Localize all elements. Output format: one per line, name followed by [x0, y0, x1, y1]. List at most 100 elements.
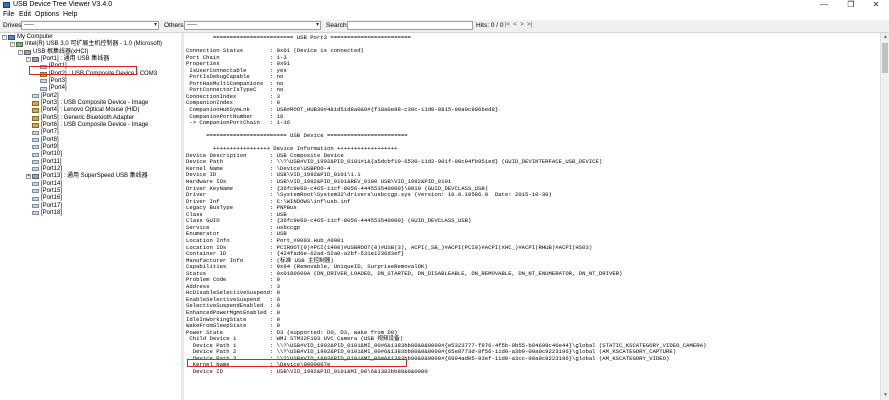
drives-combo-value: ----- — [24, 22, 34, 28]
tree-node[interactable]: [Port7] — [26, 129, 59, 136]
expand-icon[interactable]: + — [26, 174, 31, 180]
tree-node-label: [Port13] : 通用 SuperSpeed USB 集线器 — [41, 173, 148, 180]
others-combo-value: ----- — [187, 22, 197, 28]
tree-node-label: [Port4] — [49, 85, 67, 92]
close-button[interactable]: ✕ — [863, 0, 889, 10]
tree-node[interactable]: [Port6] : USB Composite Device - Image — [26, 122, 148, 129]
tree-node[interactable]: + [Port13] : 通用 SuperSpeed USB 集线器 — [26, 173, 148, 180]
tree-node[interactable]: - Intel(R) USB 3.0 可扩展主机控制器 - 1.0 (Micros… — [10, 41, 162, 48]
computer-icon — [8, 35, 15, 40]
port-icon — [32, 204, 39, 209]
hits-count: Hits: 0 / 0 — [476, 22, 504, 29]
next-hit-button[interactable]: > — [519, 21, 525, 30]
tree-node[interactable]: [Port17] — [26, 203, 62, 210]
device-icon — [32, 100, 39, 106]
scroll-thumb[interactable] — [882, 43, 888, 73]
port-icon — [32, 94, 39, 99]
port-icon — [32, 152, 39, 157]
hub-icon — [32, 56, 39, 62]
menu-edit[interactable]: Edit — [19, 11, 31, 19]
chevron-down-icon: ▾ — [153, 22, 157, 28]
tree-node-label: [Port9] — [41, 143, 59, 150]
collapse-icon[interactable]: - — [2, 35, 7, 40]
tree-node[interactable]: [Port12] — [26, 166, 62, 173]
tree-node[interactable]: - [Port1] : 通用 USB 集线器 — [26, 56, 109, 63]
tree-node[interactable]: [Port8] — [26, 137, 59, 144]
tree-node[interactable]: - USB 根集线器(xHCI) — [18, 49, 88, 56]
collapse-icon[interactable]: - — [26, 56, 31, 62]
minimize-button[interactable]: — — [811, 0, 837, 10]
collapse-icon[interactable]: - — [10, 42, 15, 48]
tree-node-label: [Port2] — [41, 92, 59, 99]
tree-node-label: [Port11] — [41, 158, 62, 165]
tree-node-label: [Port1] : 通用 USB 集线器 — [41, 55, 110, 62]
usb-tree-app-icon — [3, 2, 10, 8]
port-icon — [32, 145, 39, 150]
device-icon — [32, 108, 39, 114]
tree-node[interactable]: [Port11] — [26, 159, 62, 166]
tree-node-label: [Port7] — [41, 129, 59, 136]
search-input[interactable] — [347, 21, 473, 30]
menu-file[interactable]: File — [3, 11, 14, 19]
scroll-up-icon[interactable]: ▲ — [881, 33, 889, 41]
maximize-button[interactable]: ❐ — [838, 0, 864, 10]
tree-node-label: [Port18] — [41, 209, 63, 216]
tree-node-label: [Port3] — [49, 77, 67, 84]
tree-node[interactable]: [Port10] — [26, 151, 62, 158]
menu-help[interactable]: Help — [63, 11, 77, 19]
tree-node[interactable]: [Port4] — [34, 85, 67, 92]
scroll-down-icon[interactable]: ▼ — [881, 391, 889, 399]
hub-icon — [24, 49, 31, 55]
controller-icon — [16, 42, 23, 48]
tree-node[interactable]: [Port4] : Lenovo Optical Mouse (HID) — [26, 107, 139, 114]
drives-combo[interactable]: ----- ▾ — [21, 21, 159, 30]
detail-pane[interactable]: ======================== USB Port3 =====… — [184, 33, 880, 400]
port-icon — [32, 189, 39, 194]
tree-node-label: [Port5] : Generic Bluetooth Adapter — [41, 114, 135, 121]
tree-node-label: [Port4] : Lenovo Optical Mouse (HID) — [41, 107, 140, 114]
port-icon — [32, 160, 39, 165]
previous-hit-button[interactable]: < — [512, 21, 518, 30]
port-icon — [32, 196, 39, 201]
chevron-down-icon: ▾ — [315, 22, 319, 28]
tree-node-label: [Port10] — [41, 151, 63, 158]
hub-icon — [32, 174, 39, 180]
title-bar: USB Device Tree Viewer V3.4.0 — ❐ ✕ — [0, 0, 889, 10]
tree-node-label: [Port3] : USB Composite Device - Image — [41, 99, 149, 106]
port-icon — [32, 130, 39, 135]
highlight-box — [187, 359, 407, 367]
tree-node[interactable]: [Port15] — [26, 188, 62, 195]
tree-node-label: [Port15] — [41, 187, 63, 194]
device-icon — [32, 122, 39, 128]
vertical-scrollbar[interactable]: ▲ ▼ — [880, 33, 889, 400]
port-icon — [40, 86, 47, 91]
menu-bar: File Edit Options Help — [0, 10, 889, 20]
tree-node-label: [Port17] — [41, 202, 63, 209]
last-hit-button[interactable]: >| — [526, 21, 533, 30]
tree-node[interactable]: [Port3] : USB Composite Device - Image — [26, 100, 148, 107]
tree-node[interactable]: [Port14] — [26, 181, 62, 188]
tree-node-label: [Port14] — [41, 180, 63, 187]
tree-node[interactable]: [Port3] — [34, 78, 67, 85]
others-combo[interactable]: ----- ▾ — [184, 21, 321, 30]
tree-node[interactable]: [Port5] : Generic Bluetooth Adapter — [26, 115, 134, 122]
port-icon — [32, 167, 39, 172]
menu-options[interactable]: Options — [35, 11, 59, 19]
tree-node[interactable]: [Port2] — [26, 93, 59, 100]
device-tree[interactable]: - My Computer - Intel(R) USB 3.0 可扩展主机控制器 -… — [0, 33, 182, 400]
port-icon — [32, 211, 39, 216]
tree-node-label: [Port16] — [41, 195, 63, 202]
search-label: Search: — [326, 22, 349, 29]
first-hit-button[interactable]: |< — [504, 21, 511, 30]
collapse-icon[interactable]: - — [18, 49, 23, 55]
tree-node[interactable]: - My Computer — [2, 34, 53, 41]
tree-node-label: [Port6] : USB Composite Device - Image — [41, 121, 149, 128]
device-icon — [32, 115, 39, 121]
tree-node-label: Intel(R) USB 3.0 可扩展主机控制器 - 1.0 (Microso… — [25, 41, 163, 48]
tree-node[interactable]: [Port9] — [26, 144, 59, 151]
tree-node[interactable]: [Port18] — [26, 210, 62, 217]
port-icon — [32, 182, 39, 187]
tree-node[interactable]: [Port16] — [26, 195, 62, 202]
tree-node-label: USB 根集线器(xHCI) — [33, 48, 89, 55]
tree-node-label: [Port12] — [41, 165, 63, 172]
